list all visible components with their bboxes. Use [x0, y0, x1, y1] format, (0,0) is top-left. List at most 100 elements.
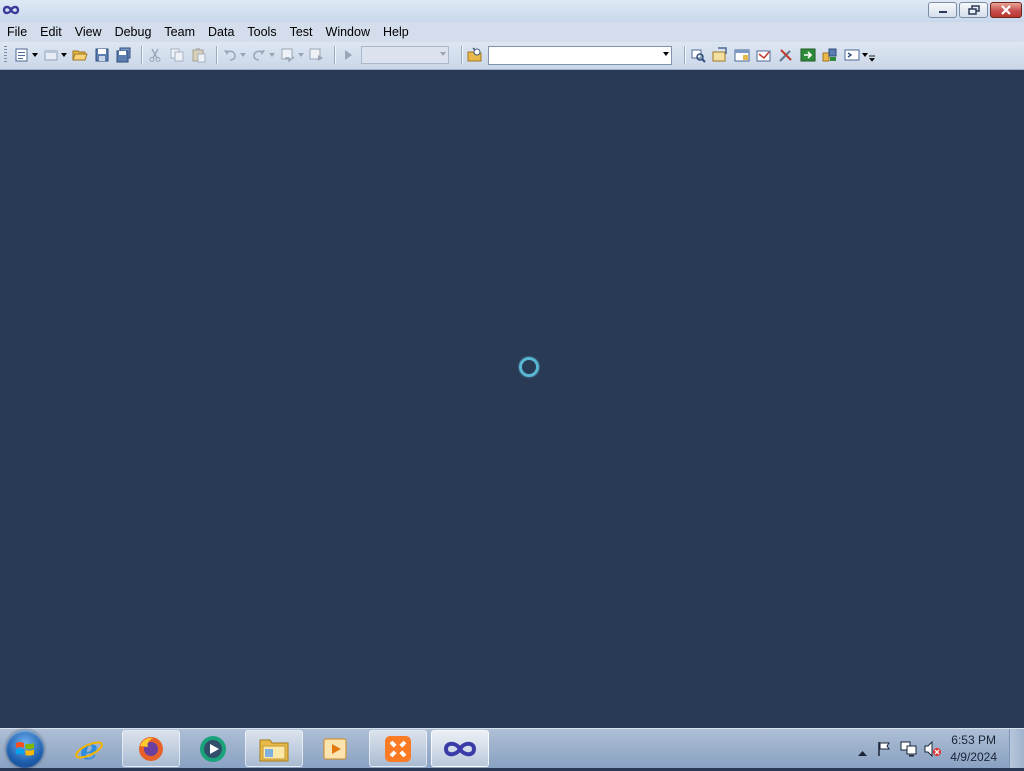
- media-center-icon: [323, 738, 347, 759]
- toolbar-separator: [216, 46, 217, 64]
- taskbar-visual-studio[interactable]: [431, 730, 489, 767]
- command-window-icon: [844, 49, 860, 61]
- taskbar: e 6:53 PM 4/9/2024: [0, 728, 1024, 768]
- taskbar-media-center[interactable]: [307, 730, 365, 767]
- windows-logo-icon: [16, 742, 34, 756]
- save-icon: [95, 48, 109, 62]
- restore-icon: [967, 5, 980, 15]
- save-all-button[interactable]: [115, 46, 133, 64]
- properties-icon: [712, 47, 727, 62]
- menu-view[interactable]: View: [68, 23, 108, 41]
- object-browser-icon: [734, 49, 750, 62]
- xampp-icon: [385, 735, 411, 762]
- toolbar-options-dropdown[interactable]: [869, 50, 875, 68]
- undo-icon: [224, 50, 236, 61]
- solution-explorer-button[interactable]: [689, 46, 707, 64]
- navigate-forward-button[interactable]: [308, 46, 326, 64]
- title-bar[interactable]: [0, 0, 1024, 23]
- navigate-backward-icon: [281, 48, 295, 63]
- taskbar-xampp[interactable]: [369, 730, 427, 767]
- toolbar-separator: [461, 46, 462, 64]
- redo-dropdown[interactable]: [269, 46, 275, 64]
- add-item-icon: [44, 50, 58, 61]
- menu-data[interactable]: Data: [201, 23, 240, 41]
- new-project-button[interactable]: [13, 46, 31, 64]
- chevron-down-icon: [663, 51, 669, 56]
- toolbar-grip[interactable]: [4, 46, 7, 64]
- svg-text:e: e: [80, 733, 98, 765]
- start-debugging-button[interactable]: [339, 46, 357, 64]
- flag-icon: [878, 742, 890, 756]
- solution-configuration-combo[interactable]: [361, 46, 449, 64]
- object-browser-button[interactable]: [733, 46, 751, 64]
- network-button[interactable]: [900, 741, 918, 760]
- cut-button[interactable]: [146, 46, 164, 64]
- minimize-button[interactable]: [928, 2, 957, 18]
- menu-test[interactable]: Test: [283, 23, 319, 41]
- start-page-button[interactable]: [799, 46, 817, 64]
- menu-help[interactable]: Help: [376, 23, 415, 41]
- standard-toolbar: [0, 42, 1024, 70]
- minimize-icon: [938, 11, 947, 13]
- show-desktop-button[interactable]: [1009, 729, 1024, 768]
- navigate-backward-dropdown[interactable]: [298, 46, 304, 64]
- command-window-button[interactable]: [843, 46, 861, 64]
- network-icon: [900, 741, 917, 757]
- save-all-icon: [116, 47, 131, 63]
- taskbar-media-player[interactable]: [184, 730, 242, 767]
- cut-icon: [149, 48, 161, 62]
- new-project-dropdown[interactable]: [32, 46, 38, 64]
- tools-icon: [779, 49, 792, 62]
- clock-time: 6:53 PM: [951, 733, 996, 747]
- open-file-button[interactable]: [71, 46, 89, 64]
- navigate-backward-button[interactable]: [279, 46, 297, 64]
- taskbar-firefox[interactable]: [122, 730, 180, 767]
- menu-team[interactable]: Team: [157, 23, 201, 41]
- folder-icon: [259, 739, 289, 761]
- extension-manager-button[interactable]: [821, 46, 839, 64]
- play-icon: [345, 50, 352, 60]
- visual-studio-logo-icon: [2, 5, 20, 15]
- find-combo[interactable]: [488, 45, 672, 65]
- chevron-down-icon: [440, 52, 446, 56]
- navigate-forward-icon: [309, 48, 323, 61]
- action-center-button[interactable]: [876, 741, 892, 760]
- start-button[interactable]: [6, 730, 44, 768]
- menu-debug[interactable]: Debug: [108, 23, 158, 41]
- media-player-icon: [200, 735, 226, 762]
- taskbar-file-explorer[interactable]: [245, 730, 303, 767]
- close-icon: [1001, 5, 1011, 15]
- save-button[interactable]: [93, 46, 111, 64]
- undo-dropdown[interactable]: [240, 46, 246, 64]
- loading-spinner-icon: [519, 357, 539, 377]
- command-window-dropdown[interactable]: [862, 46, 868, 64]
- menu-window[interactable]: Window: [319, 23, 376, 41]
- toolbox-button[interactable]: [755, 46, 773, 64]
- show-hidden-icons-button[interactable]: [858, 745, 867, 759]
- menu-tools[interactable]: Tools: [240, 23, 282, 41]
- menu-edit[interactable]: Edit: [33, 23, 68, 41]
- paste-button[interactable]: [190, 46, 208, 64]
- copy-button[interactable]: [168, 46, 186, 64]
- undo-button[interactable]: [221, 46, 239, 64]
- redo-button[interactable]: [250, 46, 268, 64]
- find-in-files-icon: [467, 47, 482, 62]
- find-in-files-button[interactable]: [466, 46, 484, 64]
- firefox-icon: [139, 736, 163, 761]
- volume-button[interactable]: [924, 740, 942, 760]
- properties-window-button[interactable]: [711, 46, 729, 64]
- clock[interactable]: 6:53 PM 4/9/2024: [950, 732, 997, 766]
- internet-explorer-icon: e: [75, 733, 103, 765]
- paste-icon: [192, 48, 206, 63]
- extension-manager-icon: [822, 48, 837, 62]
- visual-studio-icon: [443, 741, 477, 756]
- restore-button[interactable]: [959, 2, 988, 18]
- tools-button[interactable]: [777, 46, 795, 64]
- menu-file[interactable]: File: [0, 23, 33, 41]
- toolbar-overflow-icon: [869, 55, 875, 62]
- taskbar-internet-explorer[interactable]: e: [60, 730, 118, 767]
- menu-bar: File Edit View Debug Team Data Tools Tes…: [0, 22, 1024, 42]
- add-item-button[interactable]: [42, 46, 60, 64]
- close-button[interactable]: [990, 2, 1022, 18]
- add-item-dropdown[interactable]: [61, 46, 67, 64]
